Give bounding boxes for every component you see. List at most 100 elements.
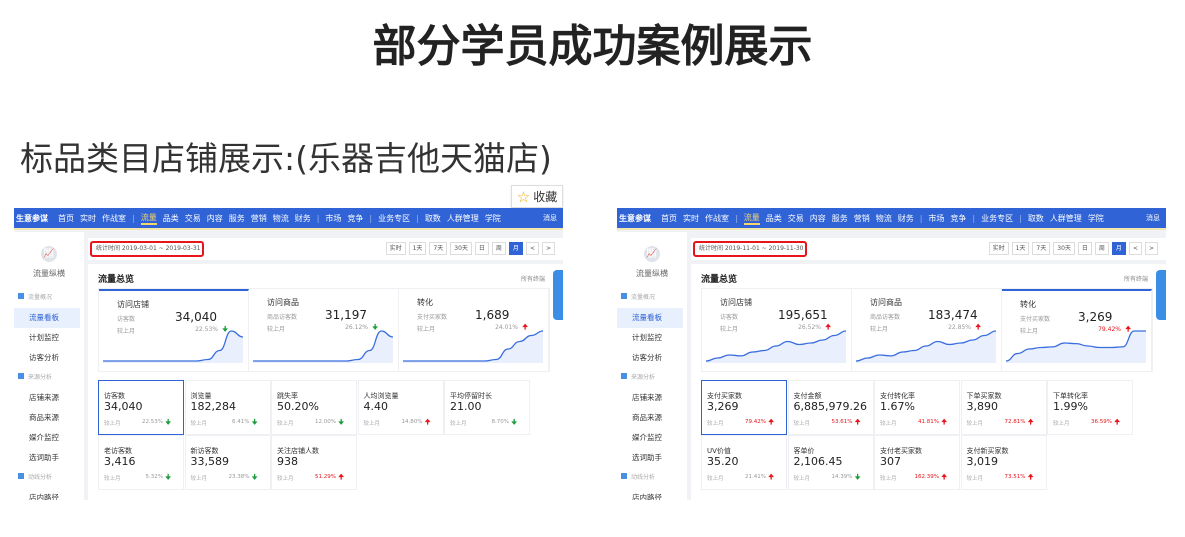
- date-button[interactable]: >: [1144, 242, 1158, 255]
- nav-item[interactable]: 市场: [928, 213, 944, 224]
- sidebar-item[interactable]: 访客分析: [617, 348, 683, 368]
- nav-item[interactable]: 流量: [140, 212, 157, 225]
- overview-card[interactable]: 访问商品 商品访客数 31,197 较上月 26.12% 🠋: [249, 289, 399, 371]
- metric-card[interactable]: 客单价 2,106.45 较上月 14.39% 🠋: [787, 435, 874, 490]
- metric-card[interactable]: 新访客数 33,589 较上月 23.38% 🠋: [184, 435, 271, 490]
- date-button[interactable]: 实时: [385, 242, 406, 255]
- date-button[interactable]: <: [525, 242, 539, 255]
- nav-item[interactable]: 取数: [1028, 213, 1044, 224]
- nav-item[interactable]: 服务: [832, 213, 848, 224]
- nav-item[interactable]: 竞争: [347, 213, 363, 224]
- date-button[interactable]: 1天: [1011, 242, 1030, 255]
- date-button[interactable]: 周: [491, 242, 506, 255]
- nav-item[interactable]: 交易: [185, 213, 201, 224]
- nav-item[interactable]: 财务: [295, 213, 311, 224]
- nav-message[interactable]: 消息: [1146, 213, 1160, 223]
- date-button[interactable]: 日: [474, 242, 489, 255]
- metric-card[interactable]: 人均浏览量 4.40 较上月 14.80% 🠉: [357, 380, 444, 435]
- metric-card[interactable]: 老访客数 3,416 较上月 5.32% 🠋: [98, 435, 184, 490]
- nav-item[interactable]: 业务专区: [981, 213, 1013, 224]
- nav-item[interactable]: 实时: [80, 213, 96, 224]
- sidebar-item[interactable]: 流量看板: [617, 308, 683, 328]
- metric-card[interactable]: 浏览量 182,284 较上月 6.41% 🠋: [184, 380, 271, 435]
- nav-item[interactable]: 竞争: [950, 213, 966, 224]
- sidebar-item[interactable]: 访客分析: [14, 348, 80, 368]
- nav-item[interactable]: 财务: [898, 213, 914, 224]
- nav-item[interactable]: 内容: [207, 213, 223, 224]
- date-button[interactable]: 月: [1111, 242, 1126, 255]
- sidebar-item[interactable]: 商品来源: [617, 408, 683, 428]
- date-button[interactable]: >: [541, 242, 555, 255]
- sidebar-item[interactable]: 媒介监控: [14, 428, 80, 448]
- date-button[interactable]: 30天: [1053, 242, 1075, 255]
- sidebar-item[interactable]: 选词助手: [14, 448, 80, 468]
- sidebar-item[interactable]: 店内路径: [617, 488, 683, 500]
- overview-card[interactable]: 转化 支付买家数 3,269 较上月 79.42% 🠉: [1002, 289, 1152, 371]
- sidebar-item[interactable]: 店铺来源: [14, 388, 80, 408]
- nav-item[interactable]: 首页: [661, 213, 677, 224]
- sidebar-item[interactable]: 媒介监控: [617, 428, 683, 448]
- overview-card[interactable]: 访问店铺 访客数 195,651 较上月 26.52% 🠉: [702, 289, 852, 371]
- nav-item[interactable]: 营销: [854, 213, 870, 224]
- overview-card[interactable]: 访问商品 商品访客数 183,474 较上月 22.85% 🠉: [852, 289, 1002, 371]
- metric-card[interactable]: 访客数 34,040 较上月 22.53% 🠋: [98, 380, 184, 435]
- nav-item[interactable]: 交易: [788, 213, 804, 224]
- metric-card[interactable]: 跳失率 50.20% 较上月 12.00% 🠋: [271, 380, 357, 435]
- date-button[interactable]: 日: [1077, 242, 1092, 255]
- metric-card[interactable]: 支付新买家数 3,019 较上月 73.51% 🠉: [960, 435, 1047, 490]
- assistant-float[interactable]: [1156, 270, 1166, 320]
- date-button[interactable]: 1天: [408, 242, 427, 255]
- nav-item[interactable]: 品类: [766, 213, 782, 224]
- assistant-float[interactable]: [553, 270, 563, 320]
- metric-card[interactable]: 支付转化率 1.67% 较上月 41.81% 🠉: [874, 380, 960, 435]
- nav-item[interactable]: 内容: [810, 213, 826, 224]
- metric-card[interactable]: 下单转化率 1.99% 较上月 36.59% 🠉: [1047, 380, 1133, 435]
- metric-card[interactable]: 支付老买家数 307 较上月 162.39% 🠉: [874, 435, 960, 490]
- nav-item[interactable]: 实时: [683, 213, 699, 224]
- nav-item[interactable]: 首页: [58, 213, 74, 224]
- sidebar-item[interactable]: 选词助手: [617, 448, 683, 468]
- sidebar-item[interactable]: 店铺来源: [617, 388, 683, 408]
- date-button[interactable]: 7天: [1032, 242, 1051, 255]
- nav-item[interactable]: 作战室: [102, 213, 126, 224]
- metric-card[interactable]: 下单买家数 3,890 较上月 72.81% 🠉: [960, 380, 1047, 435]
- nav-item[interactable]: 业务专区: [378, 213, 410, 224]
- nav-item[interactable]: 服务: [229, 213, 245, 224]
- nav-item[interactable]: 物流: [876, 213, 892, 224]
- overview-card[interactable]: 访问店铺 访客数 34,040 较上月 22.53% 🠋: [99, 289, 249, 371]
- nav-item[interactable]: 流量: [743, 212, 760, 225]
- sidebar-item[interactable]: 流量看板: [14, 308, 80, 328]
- nav-brand[interactable]: 生意参谋: [619, 213, 651, 224]
- nav-message[interactable]: 消息: [543, 213, 557, 223]
- sidebar-item[interactable]: 店内路径: [14, 488, 80, 500]
- metric-card[interactable]: 支付买家数 3,269 较上月 79.42% 🠉: [701, 380, 787, 435]
- metric-card[interactable]: 关注店铺人数 938 较上月 51.29% 🠉: [271, 435, 357, 490]
- nav-item[interactable]: 人群管理: [1050, 213, 1082, 224]
- nav-brand[interactable]: 生意参谋: [16, 213, 48, 224]
- terminal-select[interactable]: 所有终端: [521, 274, 545, 283]
- sidebar-item[interactable]: 计划监控: [617, 328, 683, 348]
- nav-item[interactable]: 市场: [325, 213, 341, 224]
- date-button[interactable]: 月: [508, 242, 523, 255]
- nav-item[interactable]: 取数: [425, 213, 441, 224]
- overview-card[interactable]: 转化 支付买家数 1,689 较上月 24.01% 🠉: [399, 289, 549, 371]
- metric-card[interactable]: 支付金额 6,885,979.26 较上月 53.61% 🠉: [787, 380, 874, 435]
- nav-item[interactable]: 人群管理: [447, 213, 479, 224]
- nav-item[interactable]: 物流: [273, 213, 289, 224]
- nav-item[interactable]: 作战室: [705, 213, 729, 224]
- nav-item[interactable]: 营销: [251, 213, 267, 224]
- date-button[interactable]: 周: [1094, 242, 1109, 255]
- sidebar-item[interactable]: 计划监控: [14, 328, 80, 348]
- date-button[interactable]: 30天: [450, 242, 472, 255]
- sidebar-item[interactable]: 商品来源: [14, 408, 80, 428]
- nav-item[interactable]: 学院: [1088, 213, 1104, 224]
- favorite-button[interactable]: ☆ 收藏: [511, 185, 563, 208]
- date-button[interactable]: 实时: [988, 242, 1009, 255]
- terminal-select[interactable]: 所有终端: [1124, 274, 1148, 283]
- metric-card[interactable]: 平均停留时长 21.00 较上月 8.70% 🠋: [444, 380, 530, 435]
- nav-item[interactable]: 品类: [163, 213, 179, 224]
- metric-card[interactable]: UV价值 35.20 较上月 21.41% 🠉: [701, 435, 787, 490]
- date-button[interactable]: <: [1128, 242, 1142, 255]
- nav-item[interactable]: 学院: [485, 213, 501, 224]
- date-button[interactable]: 7天: [429, 242, 448, 255]
